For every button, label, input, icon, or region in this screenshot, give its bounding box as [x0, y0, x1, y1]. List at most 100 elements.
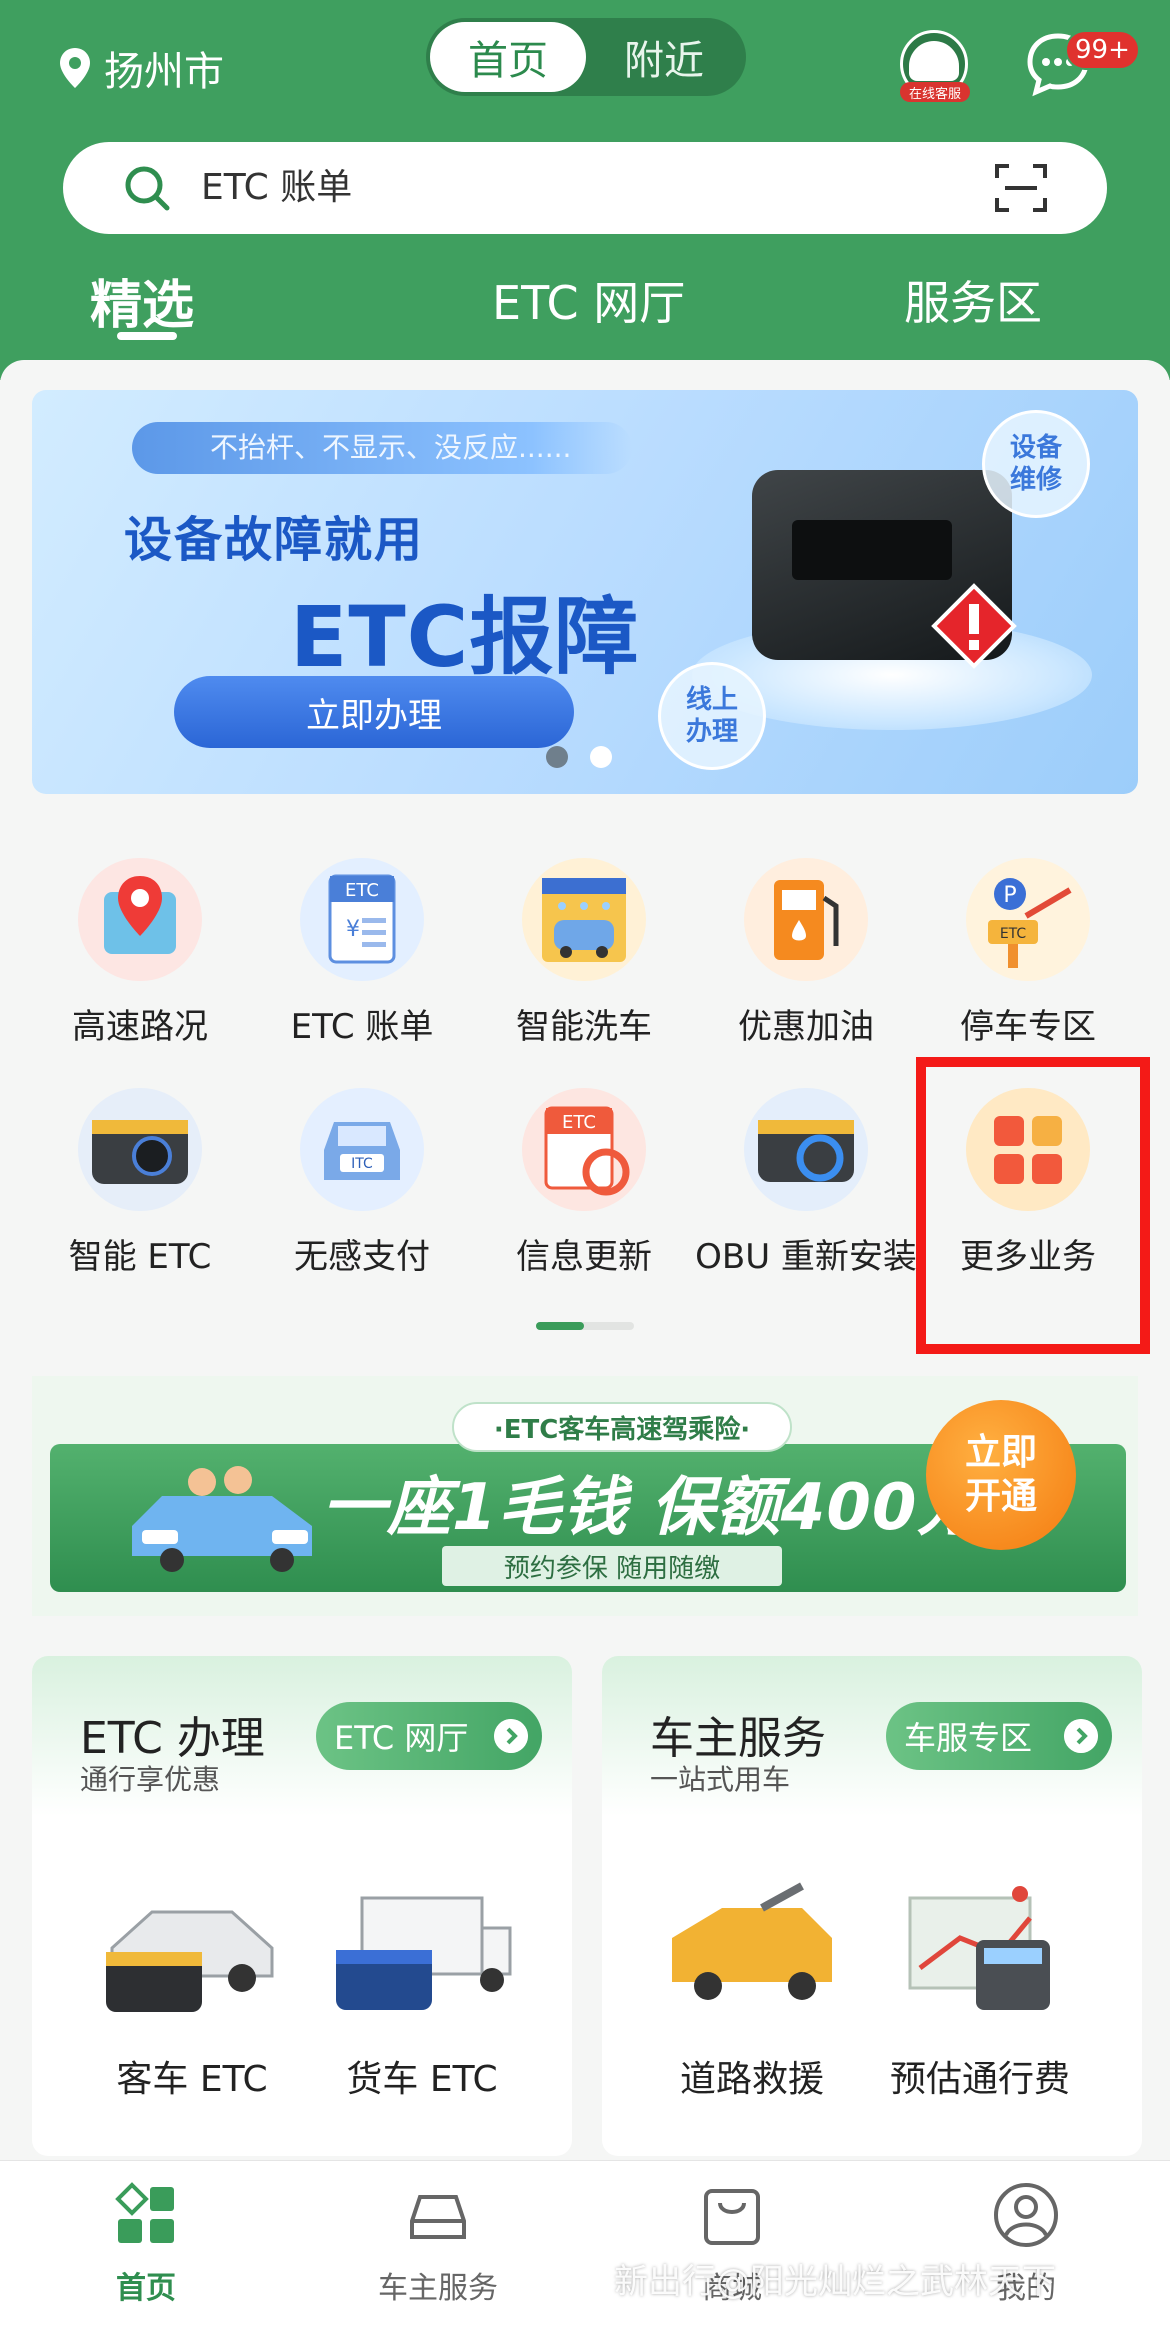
service-label: 智能洗车 — [516, 1007, 652, 1047]
nav-label: 车主服务 — [378, 2271, 498, 2306]
etc-refresh-icon: ETC — [522, 1088, 646, 1211]
promo-banner[interactable]: 不抬杆、不显示、没反应...... 设备故障就用 ETC报障 立即办理 设备 维… — [32, 390, 1138, 794]
card-title: 车主服务 — [650, 1713, 826, 1764]
tab-service-area[interactable]: 服务区 — [904, 255, 1042, 345]
fuel-pump-icon — [744, 858, 868, 981]
scan-icon[interactable] — [993, 160, 1049, 216]
button-label: ETC 网厅 — [334, 1719, 469, 1757]
service-seamless-pay[interactable]: ITC 无感支付 — [262, 1088, 462, 1278]
button-label: 车服专区 — [904, 1719, 1033, 1757]
segment-nearby[interactable]: 附近 — [586, 22, 742, 92]
service-info-update[interactable]: ETC 信息更新 — [484, 1088, 684, 1278]
carousel-dot[interactable] — [590, 746, 612, 768]
svg-text:ETC: ETC — [1000, 926, 1027, 942]
chevron-right-icon — [1064, 1719, 1098, 1753]
service-label: 信息更新 — [516, 1237, 652, 1277]
city-selector[interactable]: 扬州市 — [58, 38, 224, 98]
customer-service-tag: 在线客服 — [900, 82, 970, 102]
insurance-headline: 一座1毛钱 保额400万 — [322, 1471, 983, 1545]
option-toll-estimate[interactable]: 预估通行费 — [870, 1878, 1090, 2118]
nav-car-services[interactable]: 车主服务 — [348, 2181, 528, 2307]
insurance-open-button[interactable]: 立即 开通 — [926, 1400, 1076, 1550]
service-label: 智能 ETC — [68, 1237, 212, 1277]
nav-label: 首页 — [116, 2271, 176, 2306]
banner-tagline: 不抬杆、不显示、没反应...... — [132, 422, 632, 474]
top-tabs: 精选 ETC 网厅 服务区 — [0, 255, 1170, 345]
convertible-car-icon — [132, 1466, 312, 1572]
banner-cta-button[interactable]: 立即办理 — [174, 676, 574, 748]
parking-icon: P ETC — [966, 858, 1090, 981]
city-label: 扬州市 — [104, 49, 224, 95]
highlight-box — [916, 1057, 1150, 1354]
insurance-subtext: 预约参保 随用随缴 — [442, 1546, 782, 1586]
search-icon — [125, 166, 170, 211]
option-label: 预估通行费 — [889, 2059, 1070, 2100]
grid-page-indicator — [536, 1322, 634, 1330]
toll-calculator-icon — [908, 1886, 1050, 2010]
user-icon — [994, 2183, 1058, 2247]
car-front-icon: ITC — [300, 1088, 424, 1211]
obu-reinstall-icon — [744, 1088, 868, 1211]
service-smart-etc[interactable]: 智能 ETC — [40, 1088, 240, 1278]
service-label: 优惠加油 — [738, 1007, 874, 1047]
service-label: 停车专区 — [960, 1007, 1096, 1047]
banner-headline-big: ETC报障 — [290, 588, 640, 686]
card-etc-apply: ETC 办理 通行享优惠 ETC 网厅 客车 ETC 货车 ETC — [32, 1656, 572, 2156]
insurance-banner[interactable]: ·ETC客车高速驾乘险· 一座1毛钱 保额400万 预约参保 随用随缴 立即 开… — [32, 1376, 1138, 1616]
svg-text:ITC: ITC — [351, 1156, 373, 1172]
option-label: 客车 ETC — [116, 2059, 268, 2100]
home-grid-icon — [115, 2182, 174, 2243]
etc-camera-icon — [78, 1088, 202, 1211]
truck-icon — [336, 1896, 512, 2010]
tow-truck-icon — [672, 1882, 832, 2000]
svg-text:P: P — [1003, 883, 1016, 908]
car-wash-icon — [522, 858, 646, 981]
home-nearby-switch: 首页 附近 — [426, 18, 746, 96]
watermark: 新出行@阳光灿烂之武林天下 — [614, 2262, 1056, 2302]
service-label: 高速路况 — [72, 1007, 208, 1047]
service-label: 无感支付 — [294, 1237, 430, 1277]
service-label: OBU 重新安装 — [695, 1237, 917, 1277]
insurance-pill: ·ETC客车高速驾乘险· — [452, 1402, 792, 1452]
service-parking[interactable]: P ETC 停车专区 — [928, 858, 1128, 1048]
segment-home[interactable]: 首页 — [430, 22, 586, 92]
banner-headline: 设备故障就用 — [124, 512, 425, 568]
service-obu-reinstall[interactable]: OBU 重新安装 — [695, 1088, 917, 1278]
service-highway-traffic[interactable]: 高速路况 — [40, 858, 240, 1048]
option-label: 道路救援 — [679, 2059, 824, 2100]
carousel-dots — [546, 746, 612, 768]
active-tab-indicator — [117, 332, 177, 340]
svg-text:ETC: ETC — [562, 1112, 596, 1133]
card-subtitle: 通行享优惠 — [80, 1763, 221, 1796]
search-bar[interactable]: ETC 账单 — [63, 142, 1107, 234]
card-owner-services: 车主服务 一站式用车 车服专区 道路救援 预估通行费 — [602, 1656, 1142, 2156]
card-title: ETC 办理 — [80, 1713, 265, 1764]
passenger-car-icon — [106, 1910, 274, 2012]
service-car-wash[interactable]: 智能洗车 — [484, 858, 684, 1048]
option-passenger-etc[interactable]: 客车 ETC — [82, 1878, 302, 2118]
svg-text:¥: ¥ — [346, 917, 360, 942]
tab-etc-hall[interactable]: ETC 网厅 — [492, 255, 685, 345]
location-pin-icon — [60, 48, 90, 88]
option-truck-etc[interactable]: 货车 ETC — [312, 1878, 532, 2118]
search-placeholder: ETC 账单 — [201, 167, 353, 208]
service-fuel-discount[interactable]: 优惠加油 — [706, 858, 906, 1048]
option-road-rescue[interactable]: 道路救援 — [642, 1878, 862, 2118]
option-label: 货车 ETC — [346, 2059, 498, 2100]
warning-icon — [931, 583, 1017, 669]
carousel-dot[interactable] — [546, 746, 568, 768]
message-badge: 99+ — [1065, 30, 1140, 70]
svg-text:ETC: ETC — [345, 880, 379, 901]
car-icon — [410, 2195, 466, 2239]
car-service-zone-button[interactable]: 车服专区 — [886, 1702, 1112, 1770]
bubble-device-repair: 设备 维修 — [982, 410, 1090, 518]
etc-bill-icon: ETC ¥ — [300, 858, 424, 981]
bear-mascot-icon — [909, 41, 959, 81]
service-label: ETC 账单 — [290, 1007, 434, 1047]
nav-home[interactable]: 首页 — [56, 2181, 236, 2307]
service-etc-bill[interactable]: ETC ¥ ETC 账单 — [262, 858, 462, 1048]
bubble-online-handle: 线上 办理 — [658, 662, 766, 770]
etc-hall-button[interactable]: ETC 网厅 — [316, 1702, 542, 1770]
map-pin-icon — [78, 858, 202, 981]
chevron-right-icon — [494, 1719, 528, 1753]
